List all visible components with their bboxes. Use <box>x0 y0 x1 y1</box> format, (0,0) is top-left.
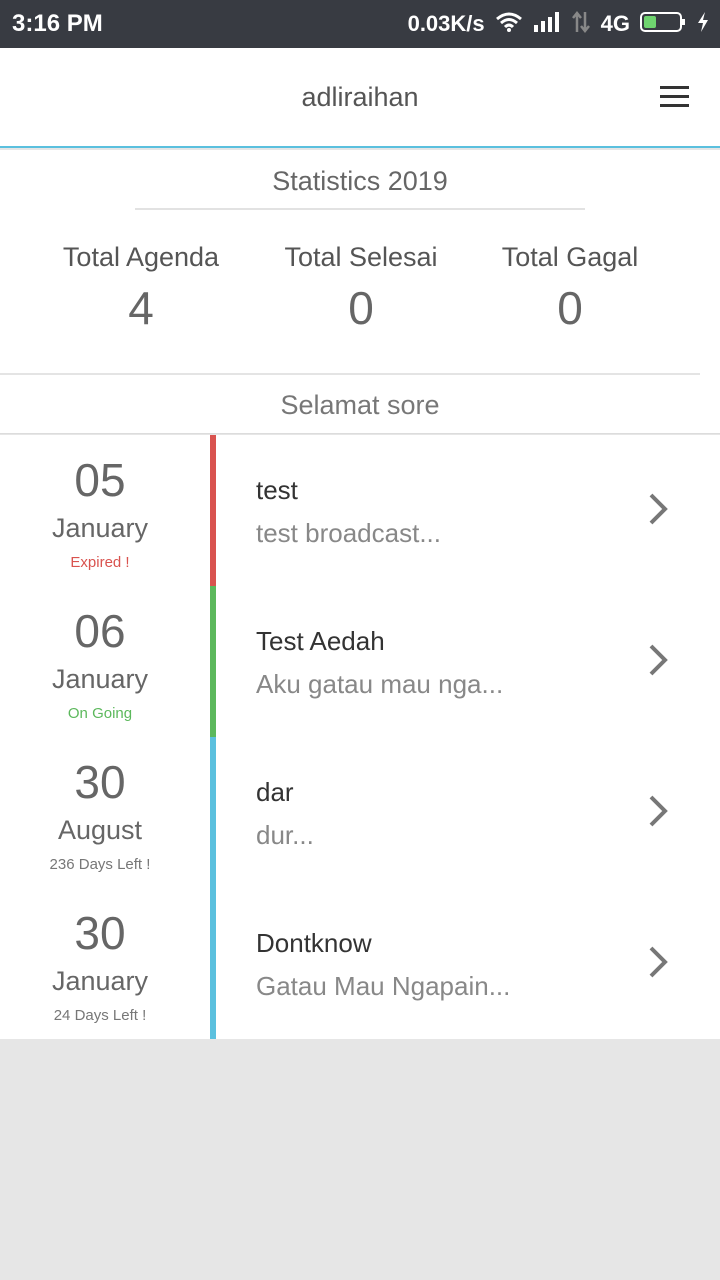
agenda-status: Expired ! <box>70 554 130 571</box>
agenda-month: January <box>51 664 149 694</box>
status-right: 0.03K/s 4G <box>408 8 710 40</box>
agenda-title: Test Aedah <box>256 626 385 656</box>
signal-icon <box>533 11 561 38</box>
agenda-description: test broadcast... <box>256 518 441 548</box>
wifi-icon <box>495 11 523 38</box>
agenda-status-bar <box>210 737 216 888</box>
app-header: adliraihan <box>0 48 720 148</box>
header-title: adliraihan <box>301 82 419 112</box>
agenda-status: 24 Days Left ! <box>53 1007 147 1024</box>
agenda-status-bar <box>210 888 216 1039</box>
stat-value: 4 <box>128 282 154 334</box>
chevron-right-icon[interactable] <box>646 793 670 829</box>
agenda-month: January <box>51 513 149 543</box>
stat-total-selesai: Total Selesai 0 <box>251 242 471 335</box>
agenda-description: Gatau Mau Ngapain... <box>256 971 511 1001</box>
agenda-item[interactable]: 06 January On Going Test Aedah Aku gatau… <box>0 586 720 737</box>
stat-label: Total Gagal <box>501 242 639 272</box>
greeting-text: Selamat sore <box>280 390 440 420</box>
divider <box>0 373 700 375</box>
status-network-type: 4G <box>600 11 630 36</box>
stat-label: Total Agenda <box>62 242 220 272</box>
agenda-texts: Dontknow Gatau Mau Ngapain... <box>256 928 616 1002</box>
agenda-description: dur... <box>256 820 314 850</box>
agenda-status: 236 Days Left ! <box>49 856 151 873</box>
agenda-day: 30 <box>74 756 126 808</box>
statistics-title: Statistics 2019 <box>272 166 448 196</box>
divider <box>0 433 720 434</box>
chevron-right-icon[interactable] <box>646 642 670 678</box>
agenda-status-bar <box>210 586 216 737</box>
agenda-month: August <box>57 815 143 845</box>
agenda-title: dar <box>256 777 294 807</box>
data-arrows-icon <box>571 10 591 39</box>
agenda-texts: Test Aedah Aku gatau mau nga... <box>256 626 616 700</box>
stat-value: 0 <box>557 282 583 334</box>
battery-icon <box>640 11 686 38</box>
agenda-description: Aku gatau mau nga... <box>256 669 504 699</box>
agenda-date: 30 August 236 Days Left ! <box>0 737 200 873</box>
charging-icon <box>696 11 710 38</box>
app-root: 3:16 PM 0.03K/s 4G adliraihan Statistics… <box>0 0 720 1280</box>
agenda-day: 05 <box>74 454 126 506</box>
agenda-day: 06 <box>74 605 126 657</box>
status-time: 3:16 PM <box>12 10 103 37</box>
agenda-item[interactable]: 30 January 24 Days Left ! Dontknow Gatau… <box>0 888 720 1039</box>
hamburger-menu-icon[interactable] <box>660 84 690 110</box>
agenda-date: 06 January On Going <box>0 586 200 722</box>
agenda-texts: test test broadcast... <box>256 475 616 549</box>
agenda-day: 30 <box>74 907 126 959</box>
chevron-right-icon[interactable] <box>646 491 670 527</box>
stat-value: 0 <box>348 282 374 334</box>
agenda-title: Dontknow <box>256 928 372 958</box>
agenda-title: test <box>256 475 298 505</box>
agenda-status-bar <box>210 435 216 586</box>
status-network-speed: 0.03K/s <box>407 11 485 36</box>
agenda-date: 30 January 24 Days Left ! <box>0 888 200 1024</box>
stat-total-gagal: Total Gagal 0 <box>460 242 680 335</box>
stat-label: Total Selesai <box>284 242 438 272</box>
agenda-item[interactable]: 30 August 236 Days Left ! dar dur... <box>0 737 720 888</box>
menu-line <box>660 95 689 98</box>
agenda-item[interactable]: 05 January Expired ! test test broadcast… <box>0 435 720 586</box>
menu-line <box>660 86 689 89</box>
divider <box>135 208 585 210</box>
stat-total-agenda: Total Agenda 4 <box>31 242 251 335</box>
agenda-date: 05 January Expired ! <box>0 435 200 571</box>
agenda-list: 05 January Expired ! test test broadcast… <box>0 435 720 1039</box>
status-bar: 3:16 PM 0.03K/s 4G <box>0 0 720 48</box>
menu-line <box>660 104 689 107</box>
agenda-month: January <box>51 966 149 996</box>
agenda-status: On Going <box>67 705 133 722</box>
agenda-texts: dar dur... <box>256 777 616 851</box>
statistics-panel: Statistics 2019 Total Agenda 4 Total Sel… <box>0 150 720 434</box>
chevron-right-icon[interactable] <box>646 944 670 980</box>
